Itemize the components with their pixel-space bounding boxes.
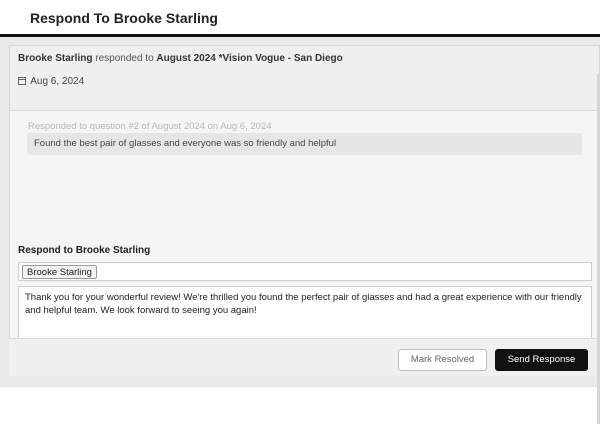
answer-box: Found the best pair of glasses and every…	[27, 133, 582, 155]
send-response-button[interactable]: Send Response	[495, 349, 588, 371]
responded-to-text: responded to	[92, 53, 157, 64]
modal-header: Respond To Brooke Starling	[0, 0, 600, 37]
modal-body: Brooke Starling responded to August 2024…	[0, 37, 600, 424]
review-summary: Brooke Starling responded to August 2024…	[10, 46, 599, 111]
modal-footer: Mark Resolved Send Response	[9, 338, 600, 376]
review-date-text: Aug 6, 2024	[30, 76, 85, 87]
recipient-field[interactable]: Brooke Starling	[18, 262, 592, 281]
mark-resolved-button[interactable]: Mark Resolved	[398, 349, 487, 371]
respond-label: Respond to Brooke Starling	[18, 245, 151, 256]
recipient-chip[interactable]: Brooke Starling	[22, 265, 97, 279]
answer-text: Found the best pair of glasses and every…	[34, 138, 337, 149]
modal-title: Respond To Brooke Starling	[30, 10, 218, 26]
survey-name: August 2024 *Vision Vogue - San Diego	[156, 53, 343, 64]
responder-name: Brooke Starling	[18, 53, 93, 64]
review-date: Aug 6, 2024	[18, 76, 84, 87]
calendar-icon	[18, 77, 26, 85]
question-meta: Responded to question #2 of August 2024 …	[28, 121, 272, 132]
review-card: Brooke Starling responded to August 2024…	[9, 45, 600, 352]
responder-line: Brooke Starling responded to August 2024…	[18, 53, 343, 64]
